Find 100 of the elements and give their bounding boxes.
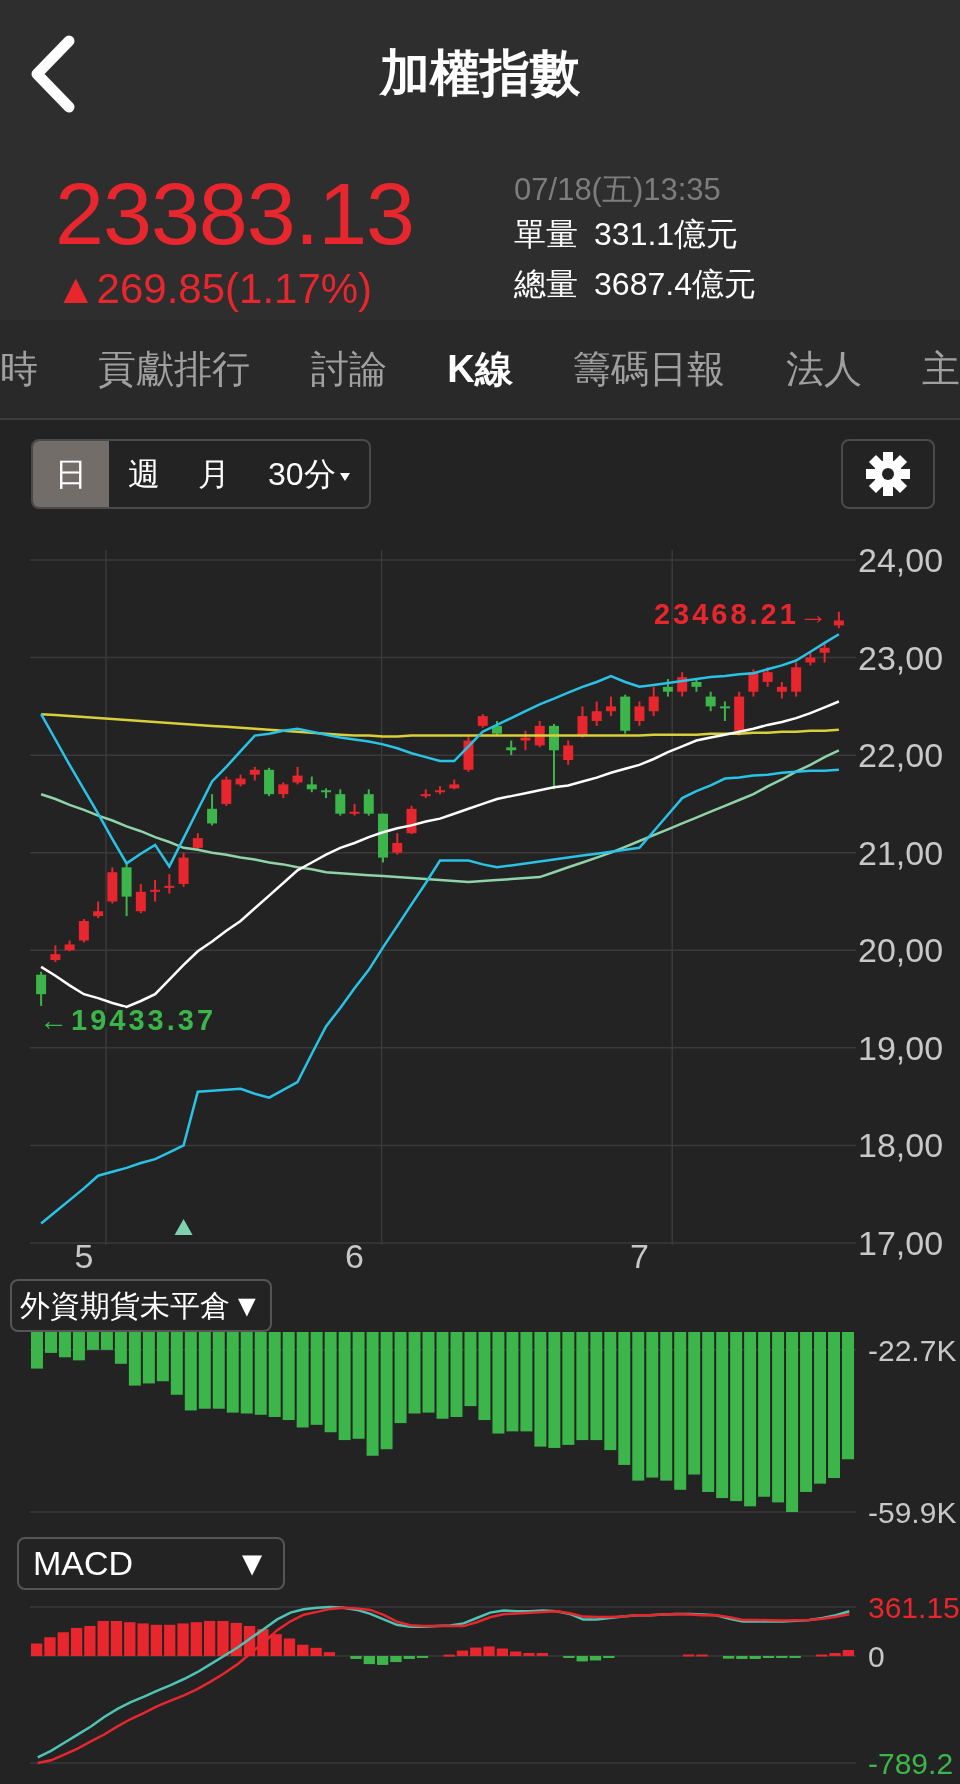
- candlestick: [50, 944, 61, 963]
- candlestick: [776, 680, 787, 700]
- axis-label: 20,00: [858, 931, 944, 970]
- settings-button[interactable]: [841, 439, 935, 509]
- candlestick: [548, 722, 559, 791]
- candlestick: [221, 775, 232, 807]
- candlestick: [178, 851, 189, 888]
- bar: [45, 1332, 57, 1353]
- candlestick: [306, 775, 317, 794]
- candlestick: [520, 729, 531, 752]
- axis-label: 19,00: [858, 1028, 944, 1067]
- candlestick: [278, 781, 289, 800]
- candlestick: [748, 668, 759, 698]
- candlestick: [477, 713, 488, 729]
- bar: [31, 1332, 43, 1369]
- candlestick: [335, 788, 346, 817]
- candlestick: [93, 900, 104, 920]
- tab[interactable]: K線: [447, 340, 513, 398]
- axis-label: 24,00: [858, 541, 944, 579]
- histogram-bar: [84, 1626, 96, 1656]
- triangle-marker-icon: [174, 1219, 193, 1235]
- candlestick: [78, 918, 89, 944]
- stat-value: 3687.4億元: [594, 264, 756, 304]
- axis-label: -789.2: [868, 1747, 954, 1780]
- tab[interactable]: 主: [922, 340, 960, 398]
- stat-value: 331.1億元: [594, 215, 739, 255]
- price-change: ▲269.85(1.17%): [55, 268, 374, 310]
- histogram-bar: [97, 1621, 109, 1656]
- histogram-bar: [270, 1634, 282, 1656]
- candlestick: [235, 773, 246, 788]
- candlestick: [135, 882, 146, 915]
- candlestick: [734, 690, 745, 737]
- high-price-label: 23468.21→: [653, 597, 831, 630]
- tab[interactable]: 時: [0, 340, 38, 398]
- bar: [156, 1332, 169, 1382]
- histogram-bar: [190, 1622, 202, 1656]
- candlestick: [378, 812, 388, 864]
- axis-label: 22,00: [858, 736, 944, 775]
- candlestick: [420, 788, 431, 800]
- indicator-selector[interactable]: 外資期貨未平倉▼: [10, 1279, 272, 1332]
- index-price: 23383.13: [55, 170, 415, 258]
- axis-label: 5: [74, 1237, 94, 1275]
- period-button[interactable]: 月: [179, 441, 249, 507]
- axis-label: -22.7K: [868, 1333, 957, 1367]
- histogram-bar: [137, 1623, 149, 1656]
- candlestick: [719, 700, 730, 722]
- axis-label: 17,00: [858, 1224, 944, 1262]
- axis-label: 18,00: [858, 1126, 944, 1165]
- period-button[interactable]: 日: [33, 441, 109, 507]
- candlestick: [292, 765, 303, 786]
- candlestick: [492, 720, 502, 737]
- bar: [142, 1332, 155, 1384]
- candlestick: [791, 661, 802, 698]
- candlestick: [563, 739, 574, 766]
- candlestick: [463, 734, 474, 773]
- axis-label: 23,00: [858, 638, 944, 677]
- stat-label: 單量: [514, 215, 579, 255]
- candlestick: [534, 720, 545, 749]
- histogram-bar: [217, 1621, 229, 1656]
- tab[interactable]: 籌碼日報: [573, 340, 726, 398]
- bar: [58, 1332, 71, 1358]
- candlestick: [648, 685, 659, 718]
- histogram-bar: [204, 1621, 216, 1656]
- stat-label: 總量: [514, 264, 579, 304]
- candlestick: [833, 610, 844, 630]
- candlestick: [264, 766, 275, 798]
- histogram-bar: [124, 1622, 136, 1656]
- candlestick: [164, 873, 175, 895]
- indicator-selector[interactable]: MACD ▼: [17, 1537, 285, 1590]
- candlestick: [406, 804, 417, 836]
- histogram-bar: [110, 1621, 123, 1656]
- tab[interactable]: 法人: [785, 340, 862, 398]
- candlestick: [249, 765, 260, 782]
- candlestick: [207, 793, 218, 827]
- histogram-bar: [164, 1624, 176, 1656]
- candlestick: [677, 671, 688, 698]
- period-button[interactable]: 30分: [249, 441, 369, 507]
- axis-label: 21,00: [858, 833, 944, 872]
- bar: [170, 1332, 183, 1395]
- settings-icon: [866, 452, 910, 496]
- candlestick: [634, 700, 645, 727]
- tab[interactable]: 討論: [310, 340, 387, 398]
- histogram-bar: [150, 1624, 163, 1656]
- candlestick: [107, 866, 118, 905]
- histogram-bar: [57, 1632, 69, 1656]
- low-price-label: ←19433.37: [39, 1003, 217, 1036]
- histogram-bar: [70, 1627, 83, 1656]
- histogram-bar: [177, 1623, 189, 1656]
- candlestick: [819, 641, 830, 664]
- candlestick: [349, 802, 360, 817]
- histogram-bar: [376, 1656, 389, 1665]
- candlestick: [321, 787, 332, 800]
- candlestick: [591, 700, 602, 727]
- tab[interactable]: 貢獻排行: [98, 340, 251, 398]
- candlestick: [620, 693, 631, 735]
- axis-label: 7: [630, 1237, 649, 1275]
- axis-label: -59.9K: [868, 1496, 957, 1529]
- period-button[interactable]: 週: [109, 441, 179, 507]
- candlestick: [121, 861, 132, 918]
- candlestick: [691, 677, 702, 693]
